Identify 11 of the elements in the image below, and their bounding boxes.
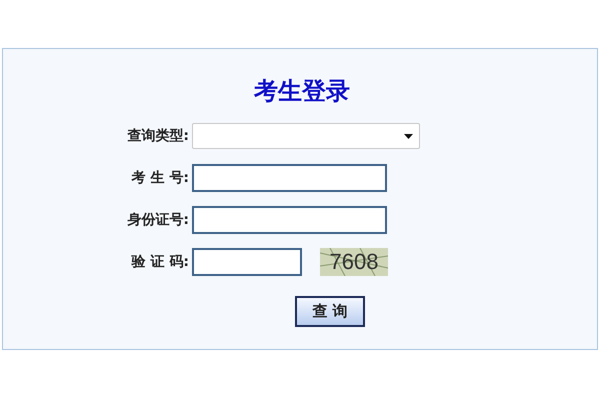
field-label: 身份证号: [126, 211, 189, 229]
field-label: 考 生 号: [130, 169, 189, 187]
field-label: 验 证 码: [130, 253, 189, 271]
captcha-input-field[interactable] [192, 248, 302, 276]
captcha-image: 7608 [320, 248, 388, 276]
input-field[interactable] [192, 164, 387, 192]
login-title: 考生登录 [254, 76, 350, 107]
dropdown-caret-icon [404, 134, 413, 138]
query-button[interactable]: 查 询 [295, 296, 365, 327]
input-field[interactable] [192, 206, 387, 234]
field-label: 查询类型: [126, 127, 189, 145]
